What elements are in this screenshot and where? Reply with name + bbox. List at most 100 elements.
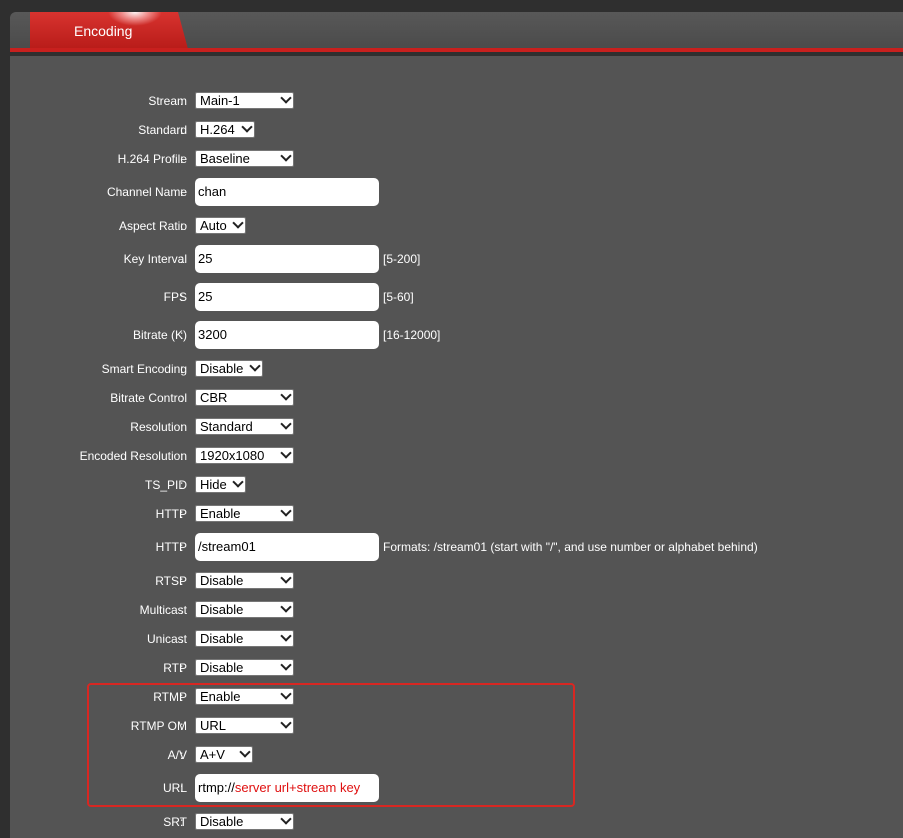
colon: : (180, 185, 184, 199)
resolution-select[interactable]: Standard (195, 418, 294, 435)
resolution-label: Resolution (130, 420, 187, 434)
srt-label: SRT (163, 815, 187, 829)
colon: : (180, 123, 184, 137)
chevron-down-icon (232, 217, 244, 229)
resolution-select-value: Standard (200, 419, 253, 434)
chevron-down-icon (280, 813, 292, 825)
row-http-path: HTTP : /stream01 Formats: /stream01 (sta… (10, 533, 903, 561)
http-select[interactable]: Enable (195, 505, 294, 522)
fps-input[interactable]: 25 (195, 283, 379, 311)
channel-name-label: Channel Name (106, 185, 187, 199)
row-srt: SRT : Disable (10, 811, 903, 833)
header-accent-line (10, 48, 903, 52)
row-av: A/V : A+V (10, 744, 903, 766)
profile-select-value: Baseline (200, 151, 250, 166)
colon: : (180, 362, 184, 376)
colon: : (180, 603, 184, 617)
row-unicast: Unicast : Disable (10, 628, 903, 650)
aspect-ratio-select[interactable]: Auto (195, 217, 246, 234)
profile-select[interactable]: Baseline (195, 150, 294, 167)
url-input[interactable]: rtmp://server url+stream key (195, 774, 379, 802)
unicast-select-value: Disable (200, 631, 244, 646)
ts-pid-select[interactable]: Hide (195, 476, 246, 493)
encoding-form: Stream : Main-1 Standard : H.264 H.264 P… (10, 56, 903, 838)
colon: : (180, 719, 184, 733)
colon: : (180, 540, 184, 554)
colon: : (180, 290, 184, 304)
tab-label: Encoding (74, 23, 133, 39)
row-bitrate: Bitrate (K) : 3200 [16-12000] (10, 321, 903, 349)
colon: : (180, 815, 184, 829)
chevron-down-icon (280, 601, 292, 613)
http-path-input[interactable]: /stream01 (195, 533, 379, 561)
colon: : (180, 152, 184, 166)
key-interval-input[interactable]: 25 (195, 245, 379, 273)
chevron-down-icon (239, 746, 251, 758)
encoded-resolution-select[interactable]: 1920x1080 (195, 447, 294, 464)
standard-select[interactable]: H.264 (195, 121, 255, 138)
colon: : (180, 661, 184, 675)
av-label: A/V (167, 748, 187, 762)
row-fps: FPS : 25 [5-60] (10, 283, 903, 311)
chevron-down-icon (280, 505, 292, 517)
fps-label: FPS (163, 290, 187, 304)
row-rtmp: RTMP : Enable (10, 686, 903, 708)
colon: : (180, 632, 184, 646)
smart-encoding-select[interactable]: Disable (195, 360, 263, 377)
colon: : (180, 94, 184, 108)
row-aspect-ratio: Aspect Ratio : Auto (10, 215, 903, 237)
colon: : (180, 252, 184, 266)
rtp-select[interactable]: Disable (195, 659, 294, 676)
row-channel-name: Channel Name : chan (10, 178, 903, 206)
chevron-down-icon (232, 476, 244, 488)
bitrate-control-label: Bitrate Control (110, 391, 187, 405)
aspect-ratio-label: Aspect Ratio (118, 219, 187, 233)
row-profile: H.264 Profile : Baseline (10, 148, 903, 170)
bitrate-control-select[interactable]: CBR (195, 389, 294, 406)
top-bar (0, 0, 903, 12)
chevron-down-icon (280, 717, 292, 729)
row-http-toggle: HTTP : Enable (10, 503, 903, 525)
multicast-select-value: Disable (200, 602, 244, 617)
rtmp-om-select-value: URL (200, 718, 227, 733)
row-standard: Standard : H.264 (10, 119, 903, 141)
channel-name-input[interactable]: chan (195, 178, 379, 206)
colon: : (180, 478, 184, 492)
row-multicast: Multicast : Disable (10, 599, 903, 621)
row-rtsp: RTSP : Disable (10, 570, 903, 592)
key-interval-label: Key Interval (123, 252, 187, 266)
chevron-down-icon (241, 121, 253, 133)
chevron-down-icon (249, 360, 261, 372)
rtmp-om-select[interactable]: URL (195, 717, 294, 734)
colon: : (180, 219, 184, 233)
rtmp-select-value: Enable (200, 689, 241, 704)
multicast-select[interactable]: Disable (195, 601, 294, 618)
url-prefix: rtmp:// (198, 780, 235, 795)
encoded-resolution-select-value: 1920x1080 (200, 448, 265, 463)
colon: : (180, 690, 184, 704)
chevron-down-icon (280, 688, 292, 700)
stream-select[interactable]: Main-1 (195, 92, 294, 109)
rtmp-select[interactable]: Enable (195, 688, 294, 705)
bitrate-input[interactable]: 3200 (195, 321, 379, 349)
colon: : (180, 391, 184, 405)
av-select[interactable]: A+V (195, 746, 253, 763)
chevron-down-icon (280, 150, 292, 162)
standard-select-value: H.264 (200, 122, 235, 137)
rtmp-om-label: RTMP OM (130, 719, 187, 733)
chevron-down-icon (280, 659, 292, 671)
chevron-down-icon (280, 447, 292, 459)
srt-select-value: Disable (200, 814, 244, 829)
unicast-select[interactable]: Disable (195, 630, 294, 647)
chevron-down-icon (280, 389, 292, 401)
colon: : (180, 328, 184, 342)
tab-encoding[interactable]: Encoding (30, 12, 188, 49)
row-bitrate-control: Bitrate Control : CBR (10, 387, 903, 409)
srt-select[interactable]: Disable (195, 813, 294, 830)
row-smart-encoding: Smart Encoding : Disable (10, 358, 903, 380)
rtp-label: RTP (163, 661, 187, 675)
chevron-down-icon (280, 630, 292, 642)
http-select-value: Enable (200, 506, 241, 521)
rtsp-select[interactable]: Disable (195, 572, 294, 589)
stream-select-value: Main-1 (200, 93, 240, 108)
